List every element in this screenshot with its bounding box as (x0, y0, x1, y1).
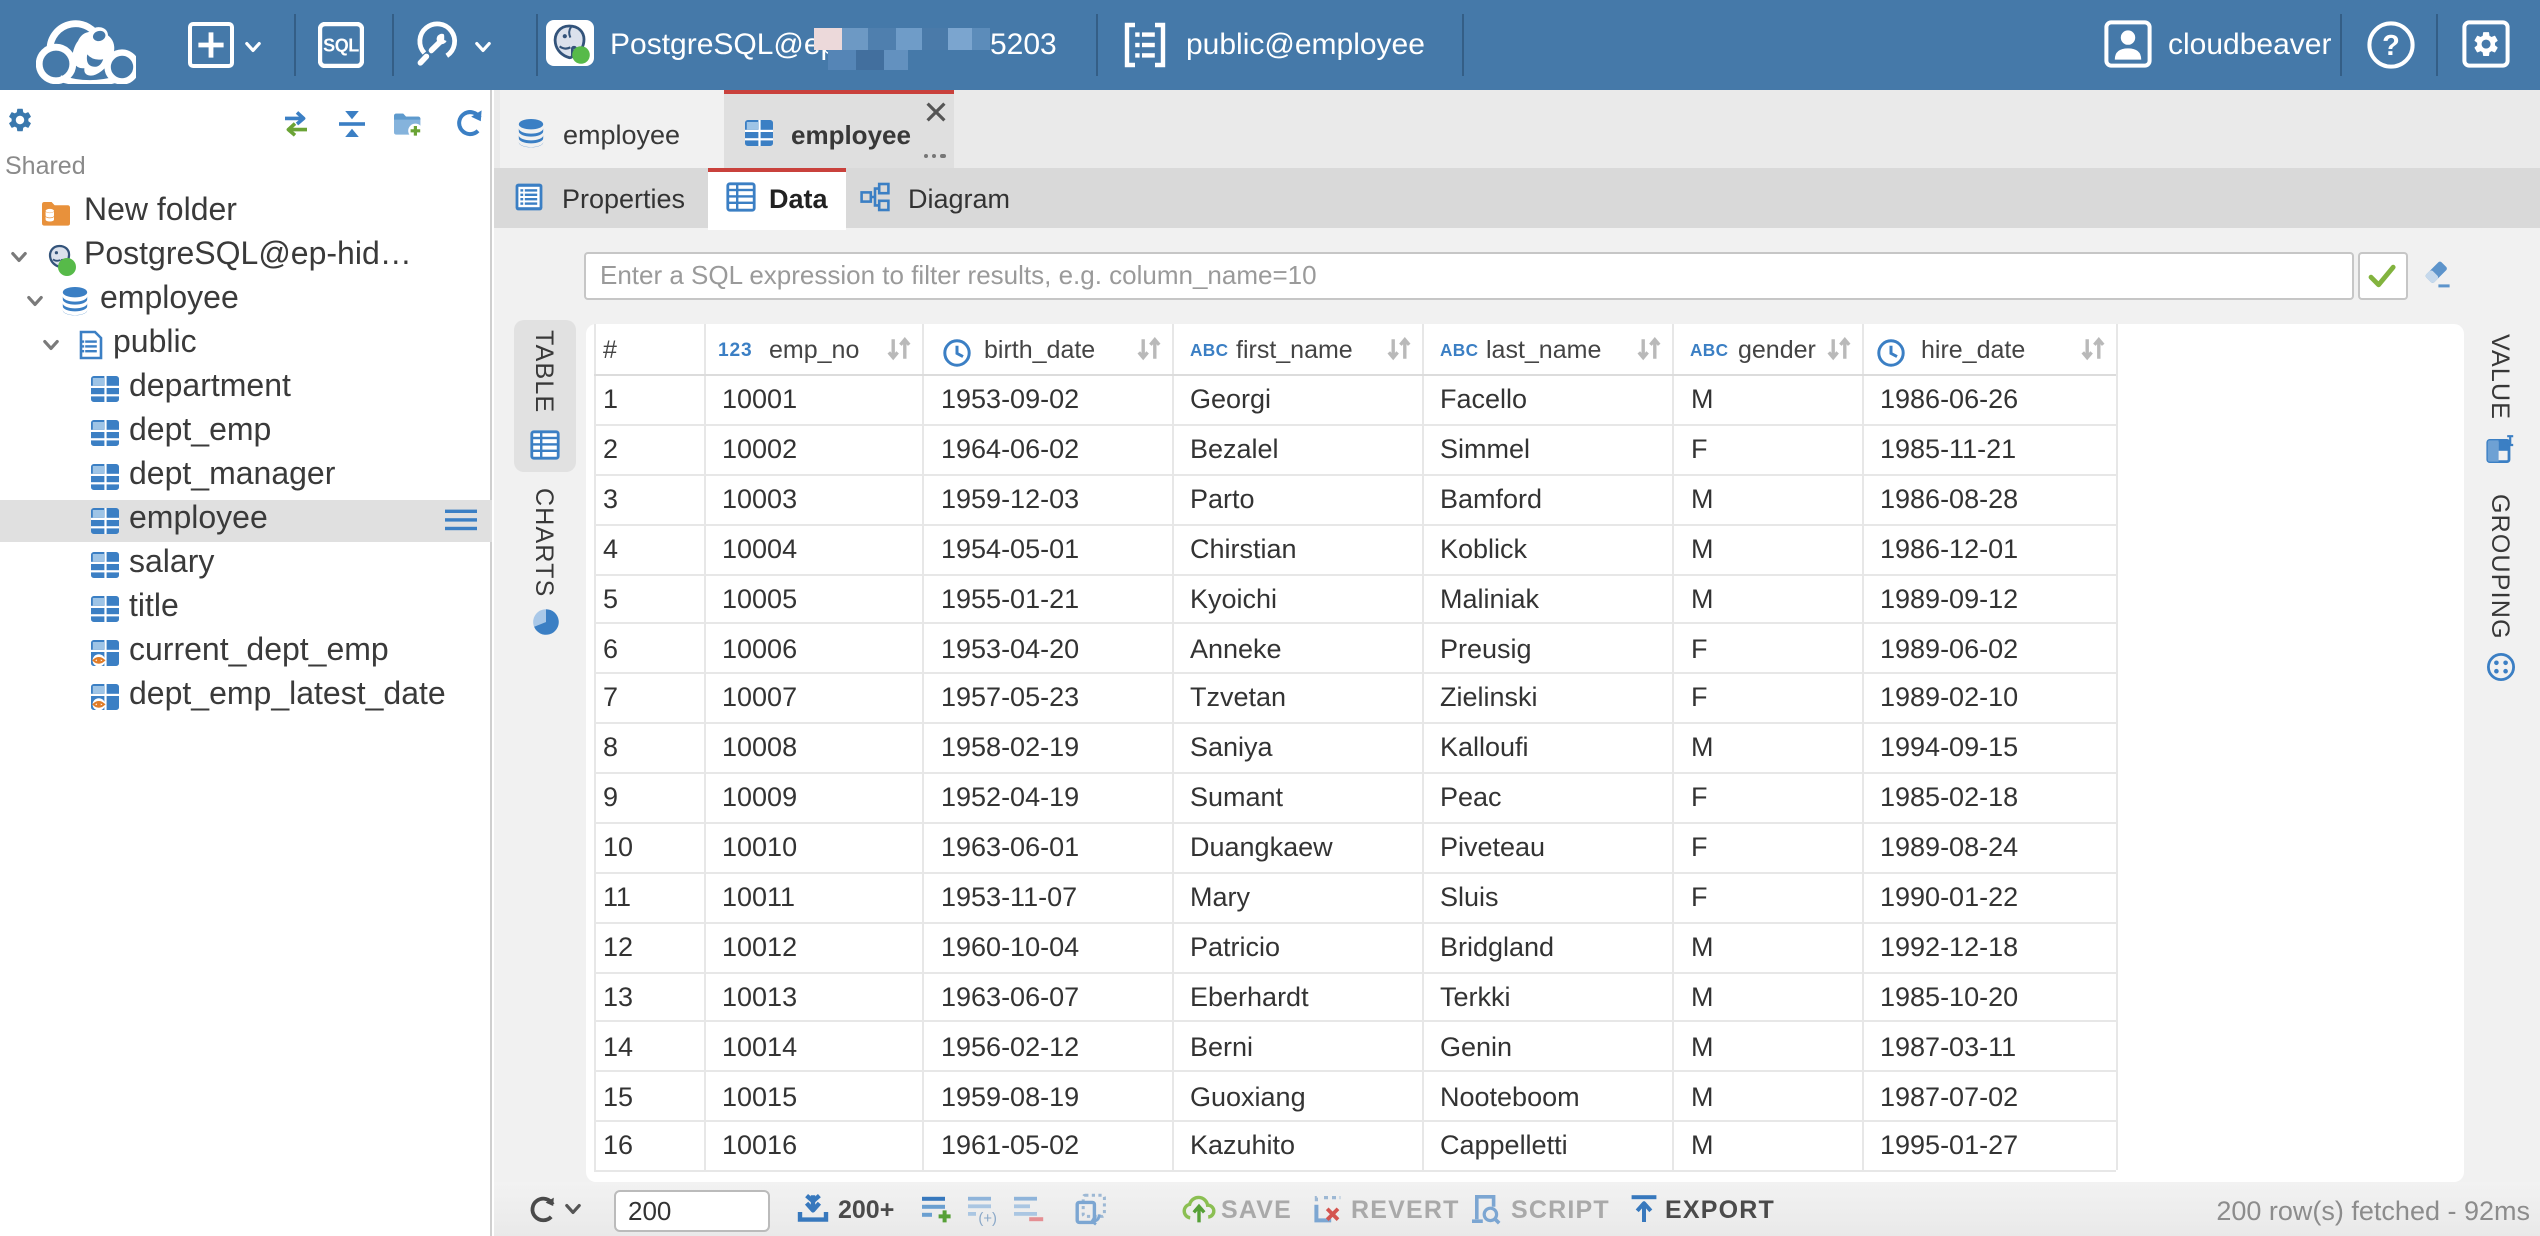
svg-text:123: 123 (718, 339, 752, 357)
svg-text:ABC: ABC (1690, 339, 1728, 357)
svg-text:SQL: SQL (323, 36, 359, 56)
svg-text:ABC: ABC (1189, 339, 1227, 357)
svg-text:(+): (+) (978, 1211, 997, 1226)
svg-text:ABC: ABC (1439, 339, 1477, 357)
svg-text:?: ? (2382, 30, 2400, 62)
